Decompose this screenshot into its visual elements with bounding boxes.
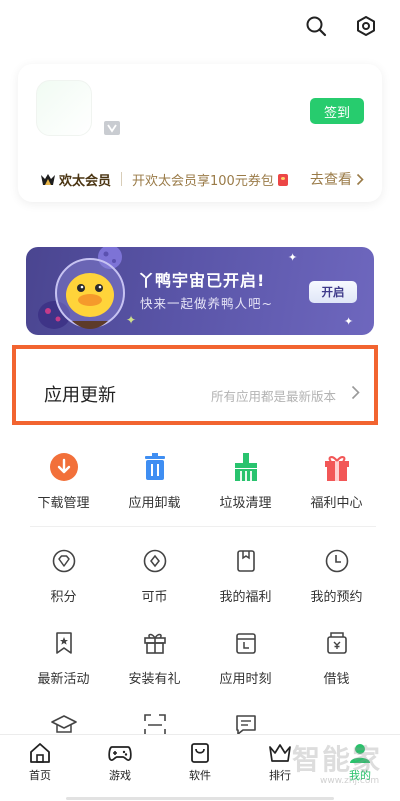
bookmark-icon <box>231 546 261 576</box>
app-update-row[interactable]: 应用更新 所有应用都是最新版本 <box>12 345 378 425</box>
vip-separator <box>121 172 123 186</box>
service-label: 应用时刻 <box>219 672 272 687</box>
crown-icon <box>268 741 292 765</box>
sparkle-star-icon: ✦ <box>344 315 354 328</box>
banner-title: 丫鸭宇宙已开启! <box>138 271 266 290</box>
service-label: 借钱 <box>323 672 350 687</box>
star-flag-icon <box>49 628 79 658</box>
services-grid-row-2: 最新活动 安装有礼 应用时刻 借钱 <box>18 628 382 687</box>
service-app-moments[interactable]: 应用时刻 <box>200 628 291 687</box>
tab-mine[interactable]: 我的 <box>320 735 400 790</box>
service-label: 我的福利 <box>219 590 272 605</box>
bottom-tab-bar: 首页 游戏 软件 排行 我的 <box>0 734 400 790</box>
bag-icon <box>188 741 212 765</box>
gamepad-icon <box>108 741 132 765</box>
chevron-right-icon <box>356 173 364 185</box>
tab-label: 我的 <box>349 769 371 782</box>
avatar[interactable] <box>36 80 92 136</box>
home-indicator <box>66 797 334 800</box>
red-packet-icon <box>277 173 288 186</box>
banner-subtitle: 快来一起做养鸭人吧~ <box>140 296 273 311</box>
vip-name: 欢太会员 <box>59 173 112 189</box>
tool-junk-clean[interactable]: 垃圾清理 <box>200 452 291 511</box>
vip-level-badge-icon <box>104 120 120 135</box>
service-label: 安装有礼 <box>128 672 181 687</box>
tab-label: 软件 <box>189 769 211 782</box>
home-icon <box>28 741 52 765</box>
tab-home[interactable]: 首页 <box>0 735 80 790</box>
vip-bar[interactable]: 欢太会员 开欢太会员享100元券包 去查看 <box>18 162 382 196</box>
search-icon[interactable] <box>304 14 328 38</box>
service-label: 我的预约 <box>310 590 363 605</box>
calendar-icon <box>231 628 261 658</box>
app-update-status: 所有应用都是最新版本 <box>210 389 336 404</box>
tool-app-uninstall[interactable]: 应用卸载 <box>109 452 200 511</box>
user-icon <box>348 741 372 765</box>
service-label: 最新活动 <box>37 672 90 687</box>
diamond-icon <box>49 546 79 576</box>
banner-open-button[interactable]: 开启 <box>309 281 357 303</box>
clock-icon <box>322 546 352 576</box>
top-toolbar <box>304 14 378 38</box>
vip-crown-icon <box>41 173 55 185</box>
profile-card: 签到 欢太会员 开欢太会员享100元券包 去查看 <box>18 64 382 202</box>
tool-label: 福利中心 <box>310 496 363 511</box>
wallet-icon <box>322 628 352 658</box>
services-grid-row-1: 积分 可币 我的福利 我的预约 <box>18 546 382 605</box>
service-latest-events[interactable]: 最新活动 <box>18 628 109 687</box>
trash-icon <box>140 452 170 482</box>
vip-logo: 欢太会员 <box>40 170 111 189</box>
tab-label: 首页 <box>29 769 51 782</box>
service-my-reservations[interactable]: 我的预约 <box>291 546 382 605</box>
vip-more-link[interactable]: 去查看 <box>310 169 364 189</box>
sparkle-star-icon: ✦ <box>288 251 298 264</box>
service-kecoin[interactable]: 可币 <box>109 546 200 605</box>
settings-icon[interactable] <box>354 14 378 38</box>
sparkle-star-icon: ✦ <box>126 313 137 327</box>
tab-software[interactable]: 软件 <box>160 735 240 790</box>
service-points[interactable]: 积分 <box>18 546 109 605</box>
service-label: 可币 <box>141 590 168 605</box>
chevron-right-icon <box>351 385 360 400</box>
broom-icon <box>231 452 261 482</box>
tab-label: 排行 <box>269 769 291 782</box>
tab-games[interactable]: 游戏 <box>80 735 160 790</box>
signin-button[interactable]: 签到 <box>310 98 364 124</box>
tool-label: 垃圾清理 <box>219 496 272 511</box>
tab-label: 游戏 <box>109 769 131 782</box>
app-update-title: 应用更新 <box>44 385 116 406</box>
gift-outline-icon <box>140 628 170 658</box>
vip-description: 开欢太会员享100元券包 <box>132 170 288 189</box>
service-install-gift[interactable]: 安装有礼 <box>109 628 200 687</box>
tab-ranking[interactable]: 排行 <box>240 735 320 790</box>
coin-icon <box>140 546 170 576</box>
divider <box>30 526 376 527</box>
tool-welfare-center[interactable]: 福利中心 <box>291 452 382 511</box>
tools-grid: 下载管理 应用卸载 垃圾清理 福利中心 <box>18 452 382 511</box>
duck-universe-banner[interactable]: ✦ ✦ ✦ 丫鸭宇宙已开启! 快来一起做养鸭人吧~ 开启 <box>26 247 374 335</box>
gift-icon <box>322 452 352 482</box>
service-my-welfare[interactable]: 我的福利 <box>200 546 291 605</box>
download-icon <box>49 452 79 482</box>
tool-label: 应用卸载 <box>128 496 181 511</box>
service-borrow-money[interactable]: 借钱 <box>291 628 382 687</box>
tool-label: 下载管理 <box>37 496 90 511</box>
tool-download-manager[interactable]: 下载管理 <box>18 452 109 511</box>
service-label: 积分 <box>50 590 77 605</box>
